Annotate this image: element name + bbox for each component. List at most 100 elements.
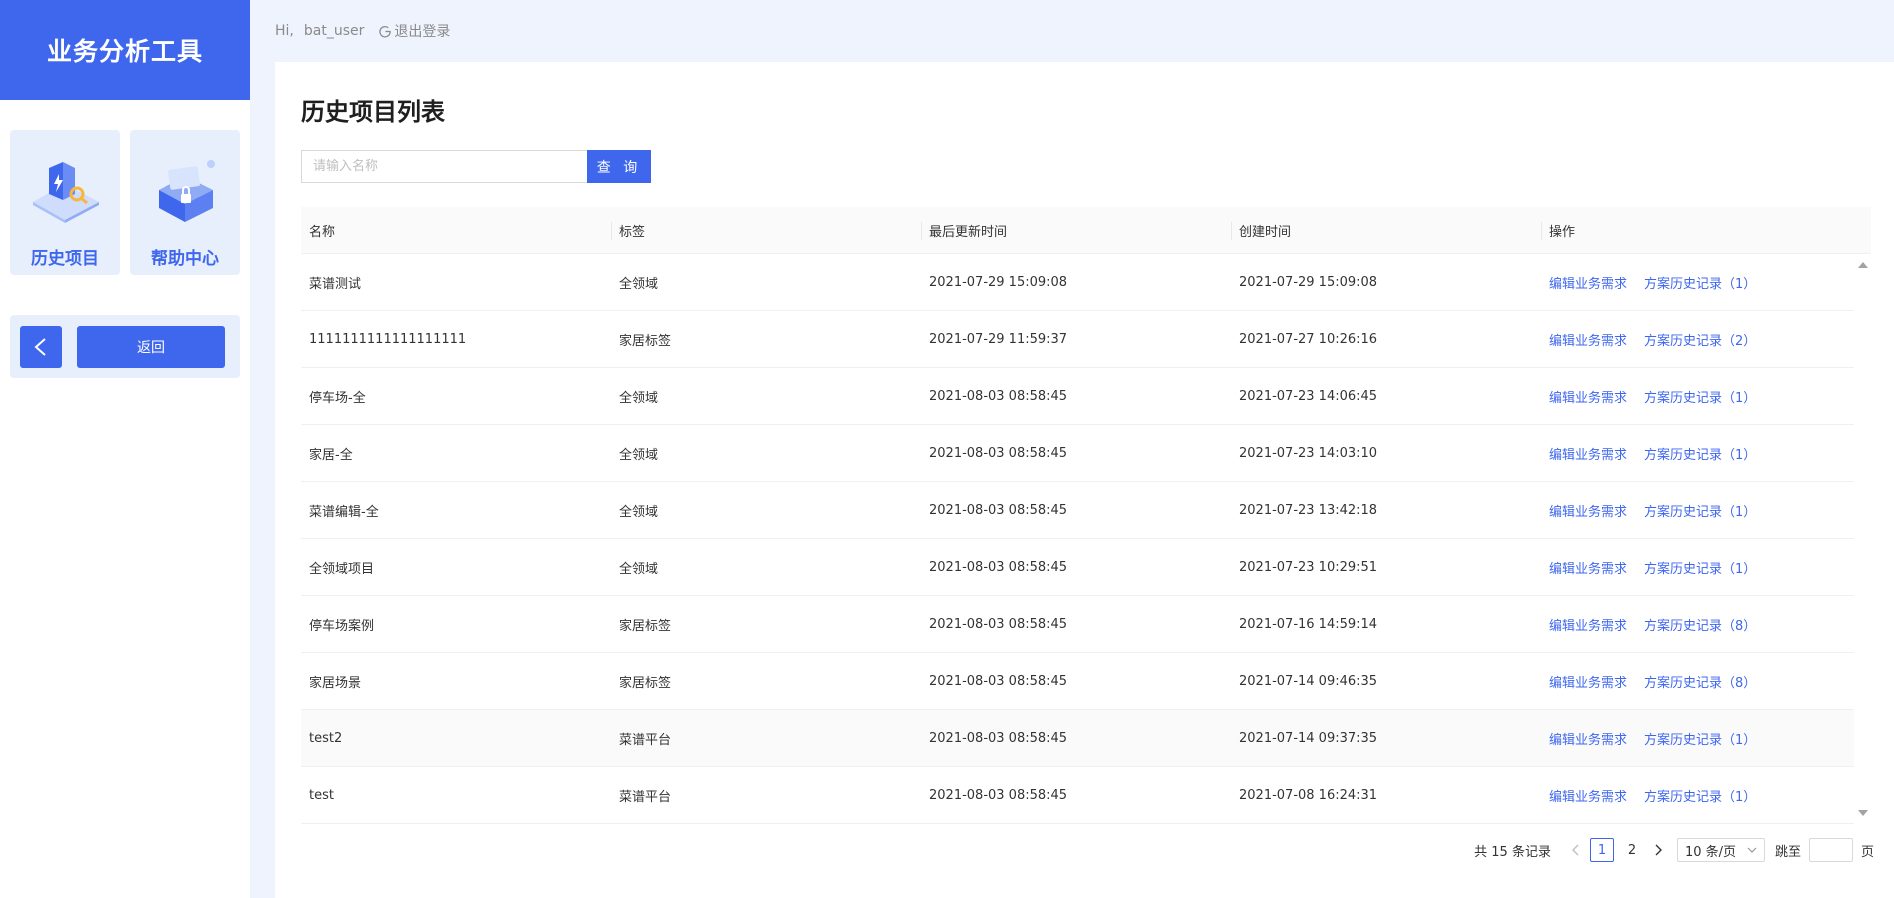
cell-name: 家居场景 (309, 675, 362, 691)
chevron-left-icon (1571, 844, 1579, 856)
sidebar: 业务分析工具 历史项目 帮助中心 返回 (0, 0, 250, 898)
nav-card-help[interactable]: 帮助中心 (130, 130, 240, 275)
cell-created: 2021-07-23 14:06:45 (1239, 388, 1378, 404)
page-size-select[interactable]: 10 条/页 (1676, 838, 1765, 862)
cell-actions: 编辑业务需求 方案历史记录（1） (1541, 273, 1854, 292)
nav-card-history[interactable]: 历史项目 (10, 130, 120, 275)
cell-created: 2021-07-23 10:29:51 (1239, 559, 1378, 575)
table-row: 停车场案例 家居标签 2021-08-03 08:58:45 2021-07-16 1… (301, 596, 1854, 653)
column-header-tag: 标签 (611, 207, 921, 253)
cell-actions: 编辑业务需求 方案历史记录（8） (1541, 672, 1854, 691)
app-title: 业务分析工具 (0, 0, 250, 100)
plan-history-link[interactable]: 方案历史记录（2） (1644, 334, 1756, 349)
table-scrollbar[interactable] (1854, 254, 1871, 824)
column-header-name: 名称 (309, 224, 336, 240)
scroll-up-icon[interactable] (1858, 262, 1868, 268)
plan-history-link[interactable]: 方案历史记录（1） (1644, 448, 1756, 463)
logout-link[interactable]: 退出登录 (379, 21, 450, 41)
cell-name: 菜谱编辑-全 (309, 504, 379, 520)
table-row: 家居场景 家居标签 2021-08-03 08:58:45 2021-07-14 09… (301, 653, 1854, 710)
cell-created: 2021-07-29 15:09:08 (1239, 274, 1378, 290)
prev-page-button[interactable] (1565, 838, 1587, 862)
edit-requirement-link[interactable]: 编辑业务需求 (1549, 790, 1627, 805)
back-arrow-button[interactable] (20, 325, 62, 368)
page-number-2[interactable]: 2 (1620, 838, 1644, 862)
jump-label: 跳至 (1774, 844, 1801, 860)
search-input[interactable] (301, 150, 587, 183)
back-bar: 返回 (10, 315, 240, 378)
plan-history-link[interactable]: 方案历史记录（1） (1644, 391, 1756, 406)
cell-actions: 编辑业务需求 方案历史记录（8） (1541, 615, 1854, 634)
nav-card-help-label: 帮助中心 (151, 249, 219, 269)
cell-created: 2021-07-27 10:26:16 (1239, 331, 1378, 347)
cell-updated: 2021-08-03 08:58:45 (929, 730, 1068, 746)
cell-actions: 编辑业务需求 方案历史记录（1） (1541, 729, 1854, 748)
edit-requirement-link[interactable]: 编辑业务需求 (1549, 733, 1627, 748)
table-row: 1111111111111111111 家居标签 2021-07-29 11:59:… (301, 311, 1854, 368)
cell-tag: 家居标签 (619, 675, 672, 691)
cell-tag: 全领域 (619, 504, 659, 520)
edit-requirement-link[interactable]: 编辑业务需求 (1549, 448, 1627, 463)
edit-requirement-link[interactable]: 编辑业务需求 (1549, 391, 1627, 406)
back-button[interactable]: 返回 (77, 325, 225, 368)
edit-requirement-link[interactable]: 编辑业务需求 (1549, 334, 1627, 349)
edit-requirement-link[interactable]: 编辑业务需求 (1549, 619, 1627, 634)
page-title: 历史项目列表 (301, 98, 445, 126)
table-body: 菜谱测试全领域 2021-07-29 15:09:08 2021-07-29 15:… (301, 254, 1871, 824)
total-records: 共 15 条记录 (1474, 844, 1551, 860)
table-row: 家居-全 全领域 2021-08-03 08:58:45 2021-07-23 14:… (301, 425, 1854, 482)
logout-icon (379, 25, 392, 37)
plan-history-link[interactable]: 方案历史记录（8） (1644, 619, 1756, 634)
chevron-right-icon (1655, 844, 1662, 856)
jump-page-input[interactable] (1808, 838, 1853, 862)
cell-updated: 2021-08-03 08:58:45 (929, 445, 1068, 461)
cell-actions: 编辑业务需求 方案历史记录（1） (1541, 387, 1854, 406)
next-page-button[interactable] (1647, 838, 1669, 862)
cell-tag: 家居标签 (619, 333, 672, 349)
lock-box-icon (145, 150, 225, 230)
cell-actions: 编辑业务需求 方案历史记录（1） (1541, 501, 1854, 520)
cell-created: 2021-07-14 09:37:35 (1239, 730, 1378, 746)
plan-history-link[interactable]: 方案历史记录（1） (1644, 790, 1756, 805)
cell-name: 停车场-全 (309, 390, 366, 406)
plan-history-link[interactable]: 方案历史记录（1） (1644, 505, 1756, 520)
cell-updated: 2021-08-03 08:58:45 (929, 559, 1068, 575)
edit-requirement-link[interactable]: 编辑业务需求 (1549, 277, 1627, 292)
cell-name: test2 (309, 730, 343, 746)
cell-name: 1111111111111111111 (309, 331, 467, 347)
plan-history-link[interactable]: 方案历史记录（8） (1644, 676, 1756, 691)
cell-updated: 2021-07-29 15:09:08 (929, 274, 1068, 290)
cell-created: 2021-07-08 16:24:31 (1239, 787, 1378, 803)
edit-requirement-link[interactable]: 编辑业务需求 (1549, 505, 1627, 520)
nav-card-history-label: 历史项目 (31, 249, 99, 269)
shield-magnifier-icon (25, 150, 105, 230)
cell-actions: 编辑业务需求 方案历史记录（2） (1541, 330, 1854, 349)
greeting: Hi, (275, 23, 294, 39)
column-header-updated: 最后更新时间 (921, 207, 1231, 253)
cell-updated: 2021-08-03 08:58:45 (929, 787, 1068, 803)
cell-tag: 菜谱平台 (619, 789, 672, 805)
main-panel: 历史项目列表 查 询 名称 标签 最后更新时间 创建时间 操作 菜谱测试全领域2… (275, 62, 1894, 898)
cell-actions: 编辑业务需求 方案历史记录（1） (1541, 786, 1854, 805)
cell-actions: 编辑业务需求 方案历史记录（1） (1541, 558, 1854, 577)
table-row: 菜谱测试 全领域 2021-07-29 15:09:08 2021-07-29 15:… (301, 254, 1854, 311)
logout-label: 退出登录 (394, 24, 451, 40)
chevron-left-icon (34, 337, 46, 356)
cell-tag: 家居标签 (619, 618, 672, 634)
scroll-down-icon[interactable] (1858, 810, 1868, 816)
cell-name: 菜谱测试 (309, 276, 362, 292)
edit-requirement-link[interactable]: 编辑业务需求 (1549, 676, 1627, 691)
plan-history-link[interactable]: 方案历史记录（1） (1644, 733, 1756, 748)
cell-name: 全领域项目 (309, 561, 375, 577)
search-button[interactable]: 查 询 (587, 150, 651, 183)
edit-requirement-link[interactable]: 编辑业务需求 (1549, 562, 1627, 577)
page-number-1[interactable]: 1 (1589, 838, 1614, 862)
cell-updated: 2021-07-29 11:59:37 (929, 331, 1068, 347)
table-row: 停车场-全 全领域 2021-08-03 08:58:45 2021-07-23 14… (301, 368, 1854, 425)
plan-history-link[interactable]: 方案历史记录（1） (1644, 562, 1756, 577)
cell-tag: 全领域 (619, 561, 659, 577)
plan-history-link[interactable]: 方案历史记录（1） (1644, 277, 1756, 292)
column-header-actions: 操作 (1541, 207, 1871, 253)
nav-cards: 历史项目 帮助中心 (0, 100, 250, 275)
project-table: 名称 标签 最后更新时间 创建时间 操作 菜谱测试 全领域 2021-07-29 1… (301, 207, 1871, 824)
